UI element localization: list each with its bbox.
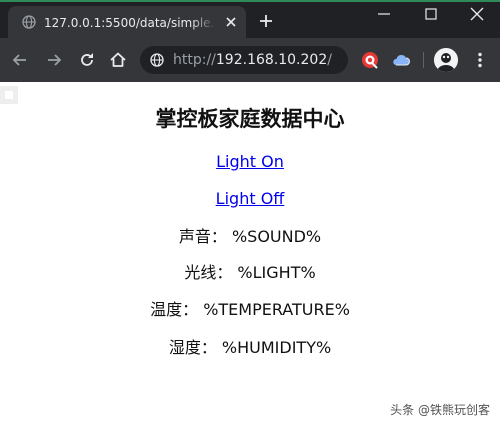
watermark: 头条 @铁熊玩创客 bbox=[390, 403, 490, 417]
humidity-label: 湿度： bbox=[168, 338, 217, 357]
sound-label: 声音： bbox=[178, 227, 227, 246]
tab-title: 127.0.0.1:5500/data/simple.html bbox=[44, 16, 216, 30]
address-url: http://192.168.10.202/ bbox=[173, 51, 332, 69]
arrow-right-icon[interactable] bbox=[44, 50, 64, 70]
accent-line bbox=[0, 0, 500, 2]
maximize-icon[interactable] bbox=[421, 4, 441, 24]
temperature-value: %TEMPERATURE% bbox=[203, 300, 350, 319]
address-bar[interactable]: http://192.168.10.202/ bbox=[140, 46, 348, 74]
sound-reading: 声音： %SOUND% bbox=[0, 226, 500, 248]
red-extension-icon[interactable] bbox=[360, 50, 380, 70]
temperature-reading: 温度： %TEMPERATURE% bbox=[0, 299, 500, 321]
reload-icon[interactable] bbox=[77, 50, 97, 70]
light-on-line: Light On bbox=[0, 151, 500, 173]
cloud-extension-icon[interactable] bbox=[391, 50, 411, 70]
humidity-reading: 湿度： %HUMIDITY% bbox=[0, 337, 500, 359]
light-off-line: Light Off bbox=[0, 188, 500, 210]
browser-toolbar: http://192.168.10.202/ bbox=[0, 38, 500, 82]
tab-active[interactable]: 127.0.0.1:5500/data/simple.html bbox=[8, 6, 246, 38]
light-value: %LIGHT% bbox=[237, 263, 316, 282]
kebab-menu-icon[interactable] bbox=[470, 50, 490, 70]
light-reading: 光线： %LIGHT% bbox=[0, 262, 500, 284]
avatar[interactable] bbox=[434, 48, 458, 72]
sound-value: %SOUND% bbox=[231, 227, 322, 246]
url-host: 192.168.10.202 bbox=[215, 52, 328, 68]
page-title: 掌控板家庭数据中心 bbox=[155, 107, 345, 131]
arrow-left-icon[interactable] bbox=[10, 50, 30, 70]
globe-icon[interactable] bbox=[150, 53, 164, 67]
url-path: / bbox=[327, 52, 332, 68]
close-icon[interactable] bbox=[467, 4, 487, 24]
tab-strip: 127.0.0.1:5500/data/simple.html bbox=[0, 0, 500, 38]
toolbar-separator bbox=[423, 52, 424, 68]
light-label: 光线： bbox=[184, 263, 233, 282]
broken-image-icon bbox=[0, 86, 18, 104]
home-icon[interactable] bbox=[108, 50, 128, 70]
plus-icon[interactable] bbox=[258, 13, 274, 29]
humidity-value: %HUMIDITY% bbox=[221, 338, 332, 357]
light-off-link[interactable]: Light Off bbox=[216, 189, 285, 208]
page-content: 掌控板家庭数据中心 Light On Light Off 声音： %SOUND%… bbox=[0, 82, 500, 431]
light-on-link[interactable]: Light On bbox=[216, 152, 284, 171]
temperature-label: 温度： bbox=[150, 300, 199, 319]
browser-window: 127.0.0.1:5500/data/simple.html bbox=[0, 0, 500, 431]
close-icon[interactable] bbox=[224, 15, 238, 29]
globe-icon bbox=[22, 15, 36, 29]
minimize-icon[interactable] bbox=[374, 4, 394, 24]
url-scheme: http:// bbox=[173, 52, 216, 68]
profile-icon bbox=[434, 48, 458, 72]
